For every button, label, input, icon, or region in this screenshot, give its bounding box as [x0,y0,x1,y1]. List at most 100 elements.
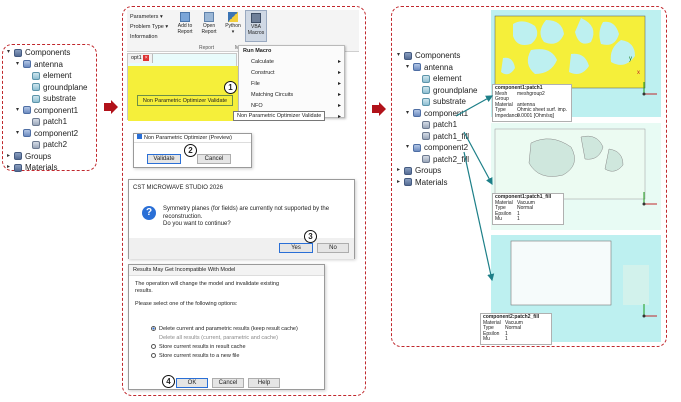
tree-item-label: element [43,71,72,81]
axis-triad-icon [640,302,660,320]
tree-item-materials[interactable]: ▸ Materials [7,162,87,174]
cancel-button[interactable]: Cancel [197,154,231,164]
radio-button[interactable] [151,344,156,350]
expand-toggle-icon[interactable]: ▾ [406,62,413,73]
x-axis-label: x [637,70,640,76]
expand-toggle-icon[interactable]: ▾ [7,47,14,58]
cancel-button[interactable]: Cancel [212,378,244,388]
expand-toggle-icon[interactable]: ▾ [406,108,413,119]
comp-icon [23,60,31,69]
folder-icon [404,178,412,187]
patch1-properties: component1:patch1 Mesh Group meshgroup2 Mat… [492,84,572,122]
chevron-right-icon: ▸ [337,59,341,65]
tree-item-element[interactable]: element [7,70,87,82]
result-option-4[interactable]: Store current results to a new file [151,352,298,361]
menu-title-run-macro: Run Macro [243,48,272,54]
tree-item-groundplane[interactable]: groundplane [7,82,87,94]
model-view: opt1 × [127,53,238,121]
validate-button[interactable]: Validate [147,154,181,164]
patch-icon [422,120,430,129]
tree-item-substrate[interactable]: substrate [7,93,87,105]
result-option-3[interactable]: Store current results in result cache [151,343,298,352]
results-text-line-3: Please select one of the following optio… [135,301,238,307]
vba-macros-button[interactable]: VBA Macros [245,10,267,42]
vba-icon [251,13,261,23]
tab-opt1[interactable]: opt1 × [128,54,154,63]
tree-item-label: substrate [43,94,76,104]
help-button[interactable]: Help [248,378,280,388]
option-label: Delete current and parametric results (k… [159,326,298,332]
message-line-1: Symmetry planes (for fields) are current… [163,206,330,212]
step-badge-2: 2 [184,144,197,157]
navigation-tree-before: ▾ Components ▾ antenna element groundplane sub… [7,47,87,174]
shape-icon [422,74,430,83]
chevron-right-icon: ▸ [337,103,341,109]
folder-icon [14,152,22,161]
chevron-right-icon: ▸ [337,92,341,98]
tree-item-label: Groups [415,166,442,176]
expand-toggle-icon[interactable]: ▸ [397,165,404,176]
app-icon [137,134,142,139]
info-value: 1 [505,336,508,343]
results-text-line-2: results. [135,288,153,294]
tree-item-patch1[interactable]: patch1 [7,116,87,128]
expand-toggle-icon[interactable]: ▾ [406,142,413,153]
tree-item-label: component2 [34,128,79,138]
patch-icon [422,155,430,164]
information-button[interactable]: Information [130,32,168,42]
expand-toggle-icon[interactable]: ▾ [16,128,23,139]
tree-item-antenna[interactable]: ▾ antenna [7,59,87,71]
expand-toggle-icon[interactable]: ▸ [7,151,14,162]
tree-item-component1[interactable]: ▾ component1 [7,105,87,117]
add-to-report-button[interactable]: Add to Report [175,12,195,35]
tree-item-groups[interactable]: ▸ Groups [7,151,87,163]
menu-item-construct[interactable]: Construct ▸ [239,68,344,79]
expand-toggle-icon[interactable]: ▾ [16,59,23,70]
tree-item-patch2[interactable]: patch2 [7,139,87,151]
shape-icon [32,71,40,80]
expand-toggle-icon[interactable]: ▸ [7,162,14,173]
info-value: 0.0001 [Ohm/sq] [517,112,554,119]
comp-icon [413,143,421,152]
patch-icon [422,132,430,141]
tree-item-component2[interactable]: ▾ component2 [7,128,87,140]
cst-dialog-title: CST MICROWAVE STUDIO 2026 [133,185,223,191]
expand-toggle-icon[interactable]: ▾ [397,50,404,61]
menu-item-matching-circuits[interactable]: Matching Circuits ▸ [239,90,344,101]
tree-item-label: patch1 [43,117,68,127]
folder-icon [14,163,22,172]
menu-item-file[interactable]: File ▸ [239,79,344,90]
close-icon[interactable]: × [143,54,150,61]
info-row: Mu 1 [495,217,561,223]
no-button[interactable]: No [317,243,349,253]
expand-toggle-icon[interactable]: ▾ [16,105,23,116]
problem-type-menu[interactable]: Problem Type ▾ [130,22,168,32]
info-value: 1 [517,216,520,223]
question-icon: ? [142,206,156,220]
message-line-3: Do you want to continue? [163,221,231,227]
non-parametric-optimizer-validate-item[interactable]: Non Parametric Optimizer Validate [137,95,233,106]
python-button[interactable]: Python ▾ [223,12,243,35]
axis-triad-icon [640,190,660,208]
menu-tooltip: Non Parametric Optimizer Validate [233,111,326,121]
results-options-group: Delete current and parametric results (k… [151,325,298,361]
result-option-1[interactable]: Delete current and parametric results (k… [151,325,298,334]
open-report-button[interactable]: Open Report [199,12,219,35]
patch-icon [32,140,40,149]
folder-icon [404,166,412,175]
results-incompatible-dialog: Results May Get Incompatible With Model … [128,264,325,390]
ok-button[interactable]: OK [176,378,208,388]
radio-button[interactable] [151,326,156,332]
yes-button[interactable]: Yes [279,243,313,253]
result-option-2[interactable]: Delete all results (current, parametric … [151,334,298,343]
arrow-right-icon [372,102,386,116]
chevron-right-icon: ▸ [337,81,341,87]
menu-item-calculate[interactable]: Calculate ▸ [239,57,344,68]
connector-arrows [455,95,495,282]
radio-button[interactable] [151,353,156,359]
expand-toggle-icon[interactable]: ▸ [397,177,404,188]
shape-icon [32,83,40,92]
tree-item-components[interactable]: ▾ Components [7,47,87,59]
tree-item-label: Components [25,48,71,58]
parameters-menu[interactable]: Parameters ▾ [130,12,168,22]
